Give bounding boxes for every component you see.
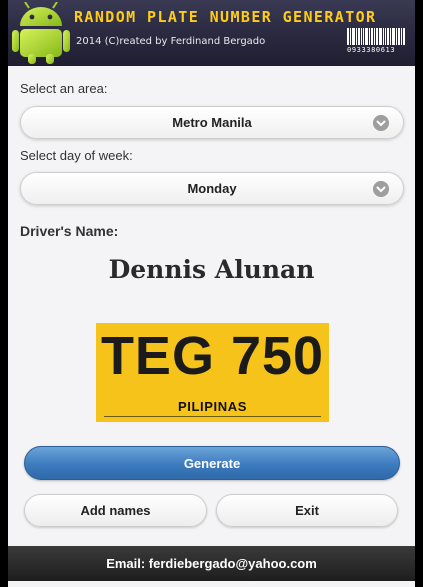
license-plate: TEG 750 PILIPINAS: [96, 323, 329, 422]
app-header: Random Plate Number Generator 2014 (C)re…: [8, 0, 415, 66]
area-label: Select an area:: [20, 81, 108, 96]
day-select-value: Monday: [187, 181, 237, 196]
app-frame: Random Plate Number Generator 2014 (C)re…: [0, 0, 423, 587]
driver-label: Driver's Name:: [20, 223, 119, 239]
chevron-down-icon: [373, 115, 389, 131]
plate-country: PILIPINAS: [178, 399, 247, 414]
plate-divider: [104, 416, 321, 417]
main-content: Select an area: Metro Manila Select day …: [8, 66, 415, 546]
day-label: Select day of week:: [20, 148, 133, 163]
footer-email: Email: ferdiebergado@yahoo.com: [8, 546, 415, 581]
area-select[interactable]: Metro Manila: [20, 106, 404, 139]
area-select-value: Metro Manila: [172, 115, 252, 130]
plate-number: TEG 750: [100, 326, 325, 386]
driver-name: Dennis Alunan: [108, 255, 315, 284]
barcode-digits: 0933380613: [347, 46, 396, 54]
day-select[interactable]: Monday: [20, 172, 404, 205]
chevron-down-icon: [373, 181, 389, 197]
app-subtitle: 2014 (C)reated by Ferdinand Bergado: [76, 36, 266, 47]
bottom-strip: [8, 581, 415, 587]
exit-button[interactable]: Exit: [216, 494, 398, 527]
generate-button[interactable]: Generate: [24, 446, 400, 480]
android-robot-icon: [12, 2, 70, 64]
add-names-button[interactable]: Add names: [24, 494, 207, 527]
app-title: Random Plate Number Generator: [74, 8, 377, 26]
barcode-icon: 0933380613: [347, 28, 409, 56]
